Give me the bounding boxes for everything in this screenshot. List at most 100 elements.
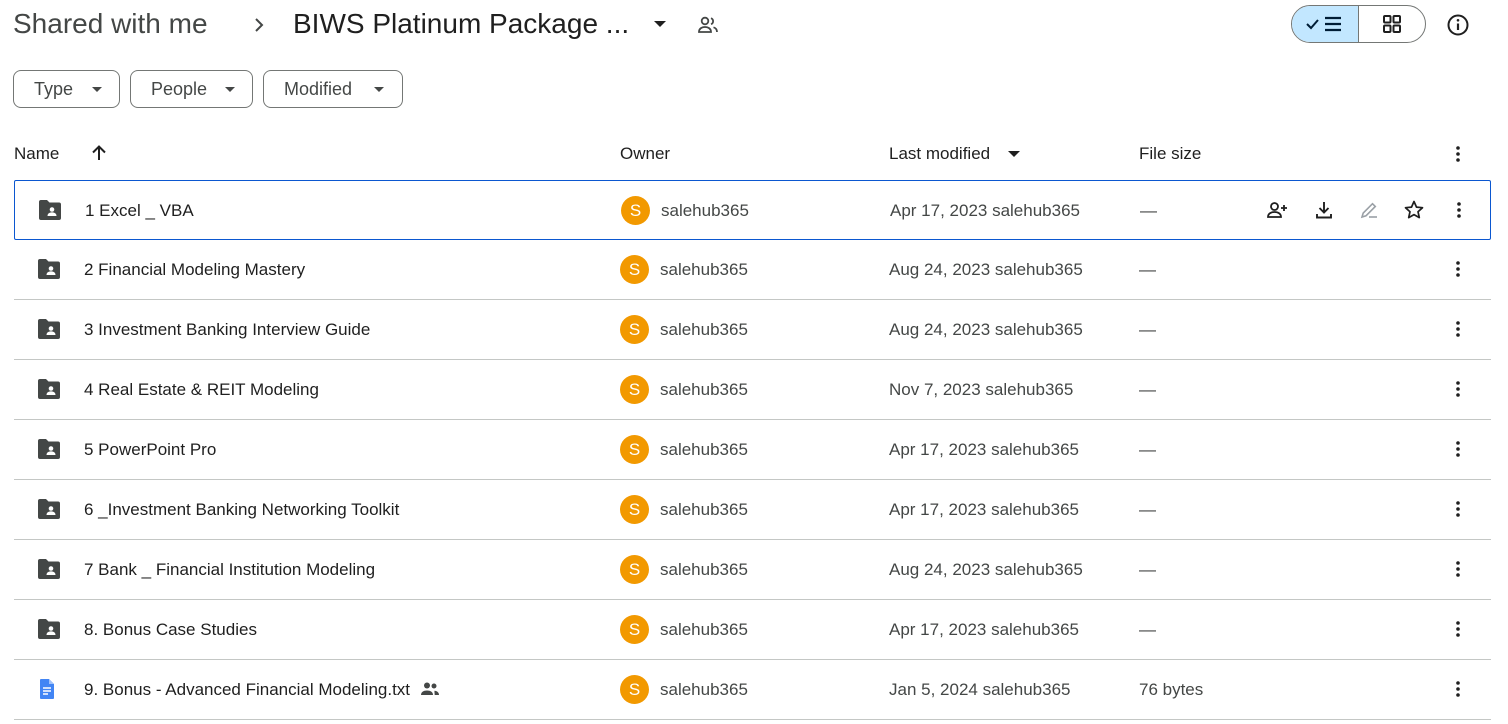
arrow-upward-icon[interactable] bbox=[89, 143, 109, 163]
more-vert-icon[interactable] bbox=[1448, 257, 1468, 281]
more-vert-icon[interactable] bbox=[1448, 144, 1468, 164]
avatar: S bbox=[620, 435, 649, 464]
last-modified: Nov 7, 2023 salehub365 bbox=[889, 380, 1074, 399]
column-last-modified[interactable]: Last modified bbox=[889, 144, 990, 164]
grid-view-button[interactable] bbox=[1359, 6, 1425, 42]
breadcrumb-shared-with-me[interactable]: Shared with me bbox=[13, 6, 208, 42]
more-vert-icon[interactable] bbox=[1448, 677, 1468, 701]
file-size: — bbox=[1139, 500, 1156, 519]
more-vert-icon[interactable] bbox=[1449, 198, 1469, 222]
table-row[interactable]: 3 Investment Banking Interview Guide Ssal… bbox=[14, 300, 1491, 360]
column-name[interactable]: Name bbox=[14, 144, 59, 164]
last-modified: Aug 24, 2023 salehub365 bbox=[889, 320, 1083, 339]
check-list-icon bbox=[1306, 16, 1341, 32]
arrow-drop-down-icon bbox=[223, 85, 237, 95]
file-name[interactable]: 4 Real Estate & REIT Modeling bbox=[84, 360, 319, 419]
avatar: S bbox=[621, 196, 650, 225]
owner-name: salehub365 bbox=[660, 440, 748, 459]
file-list: 1 Excel _ VBA Ssalehub365 Apr 17, 2023 sal… bbox=[14, 180, 1491, 720]
shared-folder-icon bbox=[36, 438, 62, 460]
avatar: S bbox=[620, 555, 649, 584]
avatar: S bbox=[620, 315, 649, 344]
view-toggle bbox=[1291, 5, 1426, 43]
avatar: S bbox=[620, 675, 649, 704]
breadcrumb-current-folder[interactable]: BIWS Platinum Package ... bbox=[293, 6, 629, 42]
download-icon[interactable] bbox=[1312, 198, 1336, 222]
modified-filter-chip[interactable]: Modified bbox=[263, 70, 403, 108]
table-row[interactable]: 5 PowerPoint Pro Ssalehub365 Apr 17, 2023 … bbox=[14, 420, 1491, 480]
shared-folder-icon bbox=[36, 498, 62, 520]
table-row[interactable]: 7 Bank _ Financial Institution Modeling S… bbox=[14, 540, 1491, 600]
arrow-drop-down-icon[interactable] bbox=[1007, 150, 1021, 160]
shared-folder-icon bbox=[36, 258, 62, 280]
avatar: S bbox=[620, 255, 649, 284]
last-modified: Apr 17, 2023 salehub365 bbox=[889, 440, 1079, 459]
shared-folder-icon bbox=[36, 318, 62, 340]
arrow-drop-down-icon[interactable] bbox=[650, 14, 670, 34]
owner-name: salehub365 bbox=[660, 320, 748, 339]
file-size: — bbox=[1139, 620, 1156, 639]
avatar: S bbox=[620, 375, 649, 404]
info-icon[interactable] bbox=[1446, 13, 1470, 37]
file-size: — bbox=[1139, 560, 1156, 579]
owner-name: salehub365 bbox=[660, 380, 748, 399]
file-name[interactable]: 2 Financial Modeling Mastery bbox=[84, 240, 305, 299]
type-filter-chip[interactable]: Type bbox=[13, 70, 120, 108]
people-icon bbox=[696, 13, 720, 37]
owner-name: salehub365 bbox=[660, 260, 748, 279]
file-name[interactable]: 6 _Investment Banking Networking Toolkit bbox=[84, 480, 399, 539]
chevron-right-icon bbox=[250, 14, 268, 36]
file-name[interactable]: 1 Excel _ VBA bbox=[85, 181, 194, 240]
arrow-drop-down-icon bbox=[372, 85, 386, 95]
owner-name: salehub365 bbox=[660, 560, 748, 579]
shared-folder-icon bbox=[36, 618, 62, 640]
file-size: — bbox=[1140, 201, 1157, 220]
more-vert-icon[interactable] bbox=[1448, 437, 1468, 461]
owner-name: salehub365 bbox=[660, 500, 748, 519]
more-vert-icon[interactable] bbox=[1448, 557, 1468, 581]
file-name[interactable]: 5 PowerPoint Pro bbox=[84, 420, 216, 479]
people-filter-label: People bbox=[151, 79, 208, 99]
file-size: — bbox=[1139, 260, 1156, 279]
table-header: Name Owner Last modified File size bbox=[0, 130, 1508, 178]
table-row[interactable]: 1 Excel _ VBA Ssalehub365 Apr 17, 2023 sal… bbox=[14, 180, 1491, 240]
grid-icon bbox=[1383, 15, 1401, 33]
table-row[interactable]: 2 Financial Modeling Mastery Ssalehub365 A… bbox=[14, 240, 1491, 300]
last-modified: Apr 17, 2023 salehub365 bbox=[890, 201, 1080, 220]
text-document-icon bbox=[36, 678, 58, 700]
file-name[interactable]: 3 Investment Banking Interview Guide bbox=[84, 300, 370, 359]
table-row[interactable]: 8. Bonus Case Studies Ssalehub365 Apr 17, … bbox=[14, 600, 1491, 660]
more-vert-icon[interactable] bbox=[1448, 377, 1468, 401]
type-filter-label: Type bbox=[34, 79, 74, 99]
file-size: — bbox=[1139, 320, 1156, 339]
table-row[interactable]: 4 Real Estate & REIT Modeling Ssalehub365… bbox=[14, 360, 1491, 420]
modified-filter-label: Modified bbox=[284, 79, 353, 99]
shared-folder-icon bbox=[36, 378, 62, 400]
last-modified: Jan 5, 2024 salehub365 bbox=[889, 680, 1071, 699]
table-row[interactable]: 9. Bonus - Advanced Financial Modeling.t… bbox=[14, 660, 1491, 720]
avatar: S bbox=[620, 615, 649, 644]
more-vert-icon[interactable] bbox=[1448, 317, 1468, 341]
file-size: 76 bytes bbox=[1139, 680, 1204, 699]
table-row[interactable]: 6 _Investment Banking Networking Toolkit… bbox=[14, 480, 1491, 540]
star-icon[interactable] bbox=[1402, 198, 1426, 222]
share-icon[interactable] bbox=[1265, 198, 1289, 222]
people-filter-chip[interactable]: People bbox=[130, 70, 253, 108]
shared-folder-icon bbox=[37, 199, 63, 221]
file-name[interactable]: 7 Bank _ Financial Institution Modeling bbox=[84, 540, 375, 599]
last-modified: Aug 24, 2023 salehub365 bbox=[889, 560, 1083, 579]
more-vert-icon[interactable] bbox=[1448, 497, 1468, 521]
avatar: S bbox=[620, 495, 649, 524]
arrow-drop-down-icon bbox=[90, 85, 104, 95]
file-name[interactable]: 8. Bonus Case Studies bbox=[84, 600, 257, 659]
rename-icon[interactable] bbox=[1357, 198, 1381, 222]
last-modified: Apr 17, 2023 salehub365 bbox=[889, 500, 1079, 519]
column-file-size: File size bbox=[1139, 144, 1202, 163]
more-vert-icon[interactable] bbox=[1448, 617, 1468, 641]
owner-name: salehub365 bbox=[660, 680, 748, 699]
file-name[interactable]: 9. Bonus - Advanced Financial Modeling.t… bbox=[84, 660, 410, 719]
top-bar: Shared with me BIWS Platinum Package ... bbox=[0, 0, 1508, 52]
last-modified: Apr 17, 2023 salehub365 bbox=[889, 620, 1079, 639]
list-view-button[interactable] bbox=[1292, 6, 1359, 42]
owner-name: salehub365 bbox=[660, 620, 748, 639]
